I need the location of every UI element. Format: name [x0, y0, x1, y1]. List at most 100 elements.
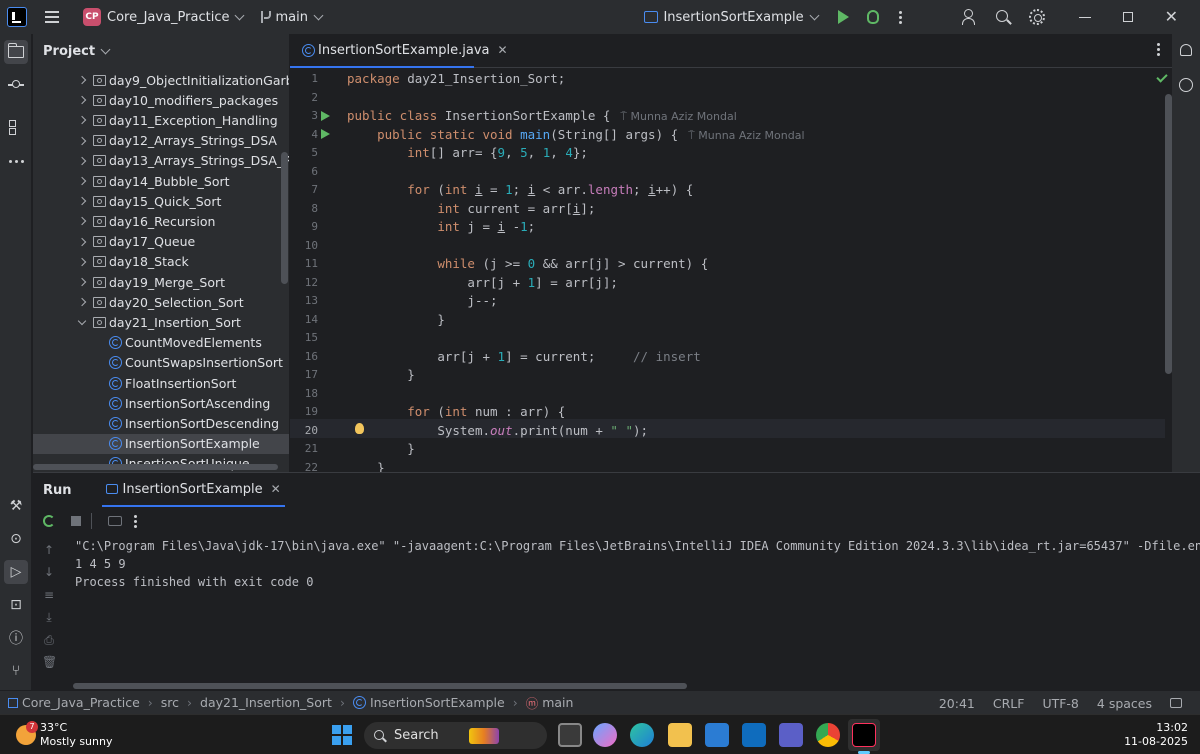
run-more-icon[interactable]: [134, 519, 137, 523]
problems-tool-button[interactable]: ⓘ: [4, 626, 28, 650]
store-icon[interactable]: [705, 723, 729, 747]
tree-package-item[interactable]: day13_Arrays_Strings_DSA_Part2: [33, 151, 289, 171]
taskbar-search[interactable]: Search: [364, 722, 547, 749]
indent-setting[interactable]: 4 spaces: [1097, 696, 1152, 711]
tree-package-item[interactable]: day9_ObjectInitializationGarbageCo: [33, 70, 289, 90]
commit-tool-button[interactable]: [4, 73, 28, 97]
tree-package-item[interactable]: day20_Selection_Sort: [33, 292, 289, 312]
run-tool-button[interactable]: ▷: [4, 560, 28, 584]
up-arrow-icon[interactable]: ↑: [42, 543, 56, 557]
project-switcher[interactable]: Core_Java_Practice: [107, 10, 229, 25]
chevron-right-icon[interactable]: [77, 237, 87, 246]
gutter-run-class-icon[interactable]: [321, 111, 330, 121]
line-ending[interactable]: CRLF: [993, 696, 1025, 711]
tree-class-item[interactable]: InsertionSortDescending: [33, 413, 289, 433]
structure-tool-button[interactable]: [4, 115, 28, 139]
project-tool-button[interactable]: [4, 40, 28, 64]
main-menu-icon[interactable]: [45, 11, 59, 23]
tree-package-item[interactable]: day19_Merge_Sort: [33, 272, 289, 292]
chevron-right-icon[interactable]: [77, 95, 87, 105]
no-problems-check-icon[interactable]: [1156, 71, 1168, 83]
chrome-icon[interactable]: [816, 723, 840, 747]
close-button[interactable]: ✕: [1165, 9, 1178, 25]
weather-widget[interactable]: 7 33°C Mostly sunny: [16, 721, 112, 749]
tree-package-item[interactable]: day21_Insertion_Sort: [33, 312, 289, 332]
caret-position[interactable]: 20:41: [939, 696, 975, 711]
gear-icon[interactable]: [1028, 9, 1045, 25]
soft-wrap-icon[interactable]: ≡: [42, 588, 56, 602]
tree-horizontal-scrollbar[interactable]: [33, 464, 278, 470]
git-tool-button[interactable]: ⑂: [4, 659, 28, 683]
chevron-down-icon[interactable]: [809, 10, 820, 21]
trash-icon[interactable]: 🗑: [42, 655, 57, 669]
git-branch-icon[interactable]: [259, 10, 272, 24]
tree-package-item[interactable]: day12_Arrays_Strings_DSA: [33, 131, 289, 151]
branch-switcher[interactable]: main: [275, 10, 307, 25]
terminal-tool-button[interactable]: ⊡: [4, 593, 28, 617]
tree-class-item[interactable]: CountMovedElements: [33, 333, 289, 353]
down-arrow-icon[interactable]: ↓: [42, 565, 56, 579]
tree-scrollbar[interactable]: [281, 152, 288, 284]
tree-package-item[interactable]: day15_Quick_Sort: [33, 191, 289, 211]
tree-class-item[interactable]: FloatInsertionSort: [33, 373, 289, 393]
editor-tab-active[interactable]: InsertionSortExample.java ✕: [290, 34, 508, 68]
notifications-icon[interactable]: [1180, 44, 1192, 56]
editor-scrollbar[interactable]: [1165, 94, 1172, 374]
tree-package-item[interactable]: day18_Stack: [33, 252, 289, 272]
author-hint[interactable]: ⍑ Munna Aziz Mondal: [688, 129, 804, 142]
teams-icon[interactable]: [779, 723, 803, 747]
print-icon[interactable]: ⎙: [42, 633, 56, 647]
tree-package-item[interactable]: day16_Recursion: [33, 211, 289, 231]
chevron-right-icon[interactable]: [77, 136, 87, 145]
chevron-right-icon[interactable]: [77, 156, 87, 166]
chevron-right-icon[interactable]: [77, 277, 87, 287]
more-actions-icon[interactable]: [898, 15, 902, 19]
maximize-button[interactable]: [1122, 12, 1133, 22]
breadcrumb-class[interactable]: InsertionSortExample: [370, 695, 505, 710]
project-panel-title[interactable]: Project: [43, 44, 95, 59]
build-tool-button[interactable]: ⚒: [4, 494, 28, 518]
breadcrumb-src[interactable]: src: [161, 695, 179, 710]
windows-start-icon[interactable]: [332, 725, 352, 745]
run-tab[interactable]: InsertionSortExample ✕: [101, 473, 285, 507]
chevron-down-icon[interactable]: [77, 316, 87, 326]
taskbar-clock[interactable]: 13:02 11-08-2025: [1124, 721, 1188, 749]
more-tools-button[interactable]: [4, 149, 28, 173]
minimize-button[interactable]: [1078, 16, 1091, 18]
chevron-right-icon[interactable]: [77, 176, 87, 186]
tree-package-item[interactable]: day10_modifiers_packages: [33, 90, 289, 110]
search-icon[interactable]: [995, 9, 1011, 25]
console-horizontal-scrollbar[interactable]: [73, 683, 687, 689]
project-badge[interactable]: CP: [83, 8, 101, 26]
close-run-tab-icon[interactable]: ✕: [271, 482, 281, 496]
author-hint[interactable]: ⍑ Munna Aziz Mondal: [620, 110, 736, 123]
editor-more-icon[interactable]: [1157, 48, 1160, 51]
file-explorer-icon[interactable]: [668, 723, 692, 747]
screenshot-icon[interactable]: [108, 516, 122, 526]
services-tool-button[interactable]: ⊙: [4, 527, 28, 551]
run-panel-title[interactable]: Run: [43, 483, 72, 498]
chevron-down-icon[interactable]: [100, 44, 111, 55]
ai-assistant-icon[interactable]: [1179, 78, 1193, 92]
breadcrumb-method[interactable]: main: [542, 695, 573, 710]
tree-package-item[interactable]: day14_Bubble_Sort: [33, 171, 289, 191]
chevron-right-icon[interactable]: [77, 196, 87, 206]
tree-package-item[interactable]: day11_Exception_Handling: [33, 110, 289, 130]
chevron-right-icon[interactable]: [77, 75, 87, 85]
breadcrumb-package[interactable]: day21_Insertion_Sort: [200, 695, 332, 710]
scroll-to-end-icon[interactable]: ⤓: [42, 610, 56, 624]
chevron-down-icon[interactable]: [235, 10, 245, 21]
task-view-icon[interactable]: [558, 723, 582, 747]
tree-package-item[interactable]: day17_Queue: [33, 232, 289, 252]
file-encoding[interactable]: UTF-8: [1042, 696, 1078, 711]
chevron-right-icon[interactable]: [77, 297, 87, 307]
chevron-right-icon[interactable]: [77, 217, 87, 226]
chevron-down-icon[interactable]: [313, 10, 324, 21]
tree-class-item[interactable]: CountSwapsInsertionSort: [33, 353, 289, 373]
rerun-icon[interactable]: [43, 515, 55, 527]
chevron-right-icon[interactable]: [77, 116, 87, 125]
run-icon[interactable]: [837, 10, 849, 24]
outlook-icon[interactable]: [742, 723, 766, 747]
copilot-icon[interactable]: [593, 723, 617, 747]
code-with-me-icon[interactable]: [961, 9, 978, 25]
